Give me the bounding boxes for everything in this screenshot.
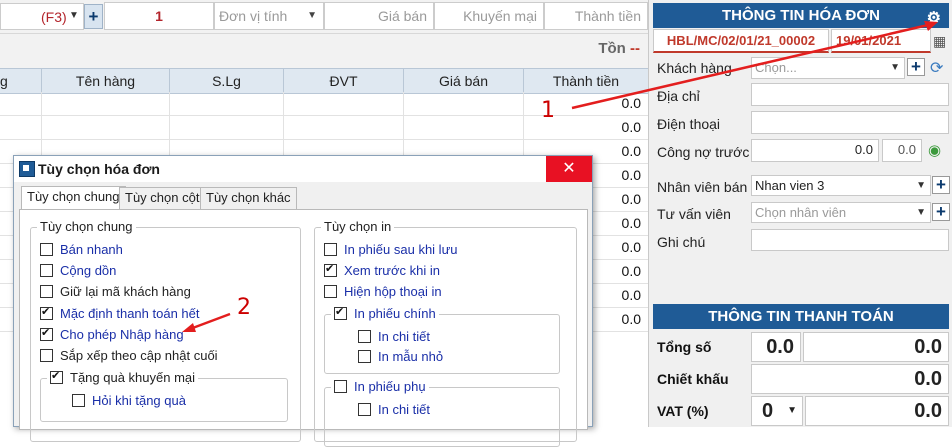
arrow-head-2 — [182, 323, 196, 332]
arrow-head-1 — [924, 21, 938, 31]
annotation-arrows — [182, 21, 938, 332]
arrow-line-1 — [571, 23, 929, 110]
annotation-number-1: 1 — [541, 98, 555, 123]
annotation-number-2: 2 — [237, 295, 251, 320]
arrow-line-2 — [189, 312, 231, 331]
